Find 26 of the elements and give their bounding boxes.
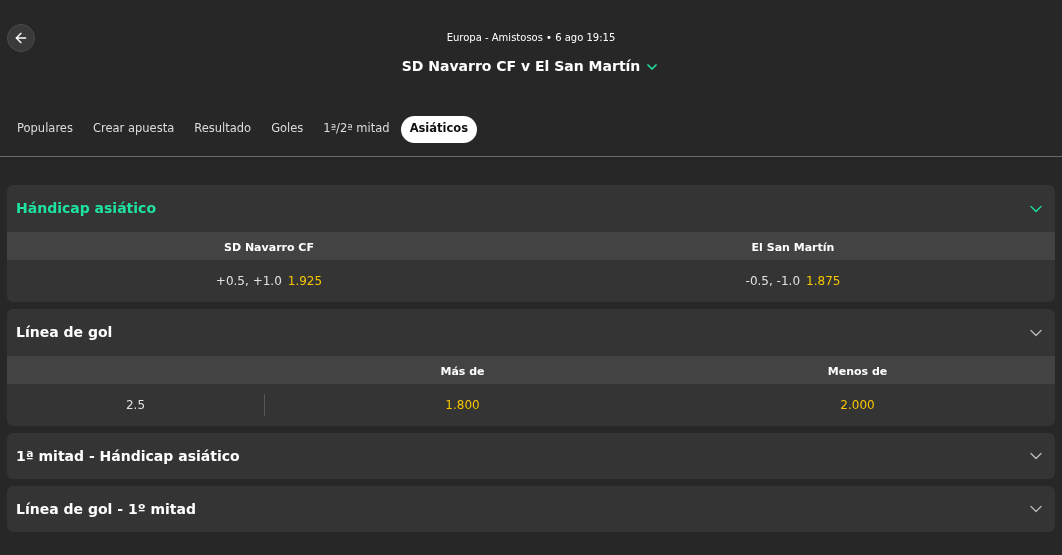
market-title: Línea de gol - 1º mitad <box>16 499 196 519</box>
tab[interactable]: Crear apuesta <box>83 115 184 143</box>
tab[interactable]: Goles <box>262 115 313 143</box>
tab[interactable]: Resultado <box>185 115 261 143</box>
tab[interactable]: 1ª/2ª mitad <box>314 115 399 143</box>
odds-button[interactable]: 1.800 <box>445 396 480 414</box>
column-header: Menos de <box>827 365 888 378</box>
market-title: Línea de gol <box>16 323 113 342</box>
event-subtitle: Europa - Amistosos • 6 ago 19:15 <box>446 31 616 45</box>
market-header[interactable]: 1ª mitad - Hándicap asiático <box>7 433 1055 479</box>
odds-button[interactable]: 2.000 <box>840 396 875 414</box>
market-title: 1ª mitad - Hándicap asiático <box>16 446 240 466</box>
odds-button[interactable]: +0.5, +1.0 1.925 <box>215 272 323 290</box>
odds-button[interactable]: -0.5, -1.0 1.875 <box>745 272 841 290</box>
tab[interactable]: Asiáticos <box>400 115 478 143</box>
column-header: El San Martín <box>751 241 835 254</box>
back-button[interactable] <box>7 24 35 52</box>
tab[interactable]: Populares <box>8 115 82 143</box>
column-header: Más de <box>440 365 485 378</box>
market-header[interactable]: Línea de gol - 1º mitad <box>7 486 1055 532</box>
event-title-dropdown[interactable]: SD Navarro CF v El San Martín <box>401 56 661 77</box>
market-header[interactable]: Línea de gol <box>7 309 1055 356</box>
column-header: SD Navarro CF <box>224 241 314 254</box>
market-header[interactable]: Hándicap asiático <box>7 185 1055 232</box>
market-title: Hándicap asiático <box>16 199 157 218</box>
line-value: 2.5 <box>125 397 146 414</box>
